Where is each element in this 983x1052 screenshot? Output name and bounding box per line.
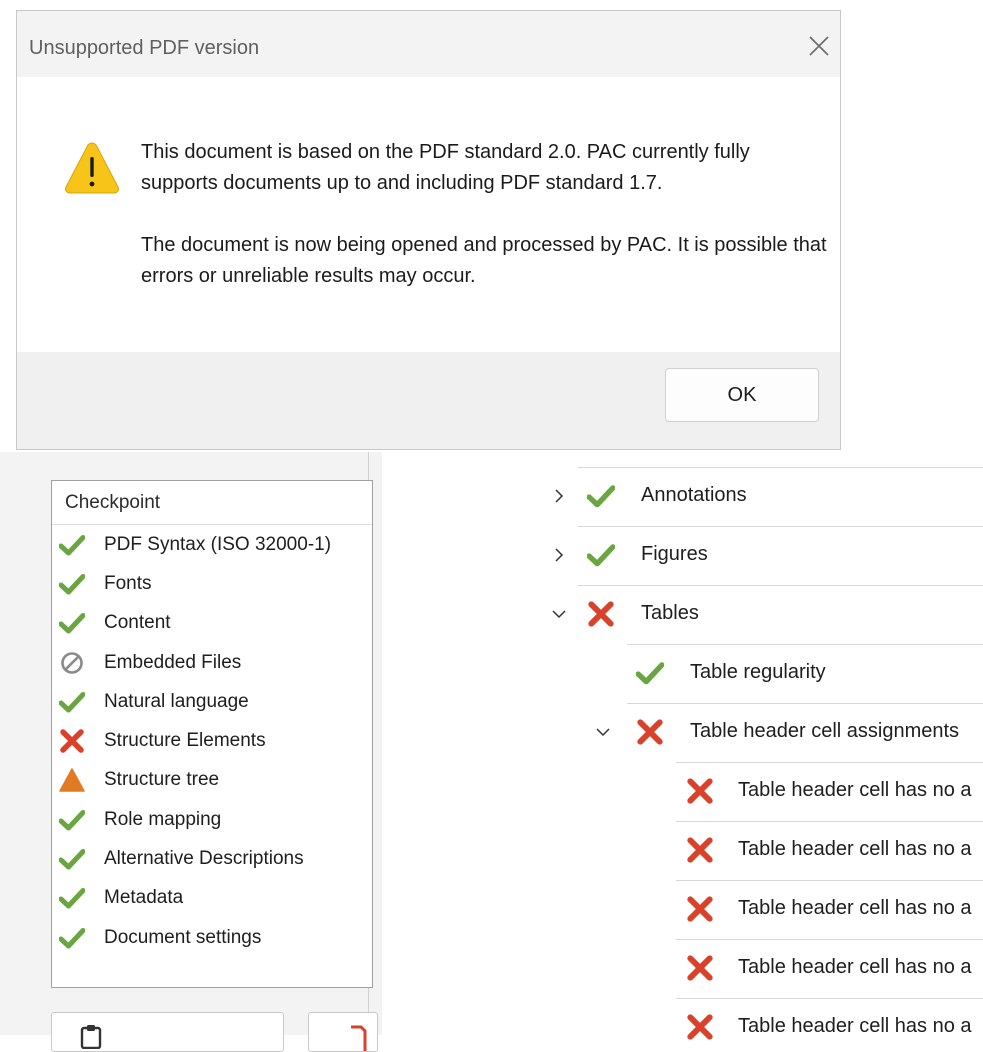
tree-row-label: Table header cell has no a xyxy=(738,838,972,860)
cross-icon xyxy=(686,954,714,982)
checkpoint-item[interactable]: Content xyxy=(52,604,372,643)
checkpoint-label: Embedded Files xyxy=(104,651,242,673)
dialog-footer: OK xyxy=(17,352,840,449)
check-icon xyxy=(58,807,86,833)
tree-row-label: Table header cell has no a xyxy=(738,779,972,801)
tree-row-separator xyxy=(676,821,983,822)
checkpoint-label: Role mapping xyxy=(104,808,222,830)
checkpoint-label: Alternative Descriptions xyxy=(104,848,304,870)
cross-icon xyxy=(686,895,714,923)
checkpoint-item[interactable]: Natural language xyxy=(52,682,372,721)
dialog-message-paragraph-2: The document is now being opened and pro… xyxy=(141,234,827,287)
dialog-title-bar: Unsupported PDF version xyxy=(17,11,840,77)
checkpoint-label: Metadata xyxy=(104,887,184,909)
warning-icon xyxy=(65,142,119,194)
checkpoint-item[interactable]: Structure tree xyxy=(52,761,372,800)
results-tree-panel xyxy=(383,452,983,1035)
check-icon xyxy=(586,541,616,569)
tree-row-separator xyxy=(627,703,983,704)
cross-icon xyxy=(686,1013,714,1041)
dialog-title: Unsupported PDF version xyxy=(29,37,260,59)
dialog-message-paragraph-1: This document is based on the PDF standa… xyxy=(141,141,750,194)
tree-row-label: Annotations xyxy=(641,484,747,506)
checkpoint-item[interactable]: PDF Syntax (ISO 32000-1) xyxy=(52,525,372,564)
check-icon xyxy=(58,925,86,951)
checkpoint-item[interactable]: Alternative Descriptions xyxy=(52,839,372,878)
checkpoint-label: PDF Syntax (ISO 32000-1) xyxy=(104,533,332,555)
check-icon xyxy=(58,689,86,715)
check-icon xyxy=(58,532,86,558)
tree-row-separator xyxy=(676,762,983,763)
document-icon xyxy=(351,1025,367,1051)
checkpoint-label: Fonts xyxy=(104,572,152,594)
checkpoint-list: Checkpoint PDF Syntax (ISO 32000-1) Fonts… xyxy=(51,480,373,988)
checkpoint-items: PDF Syntax (ISO 32000-1) Fonts Content Embe… xyxy=(52,525,372,957)
tree-row-label: Figures xyxy=(641,543,708,565)
checkpoint-item[interactable]: Document settings xyxy=(52,918,372,957)
export-button[interactable] xyxy=(308,1012,378,1052)
unsupported-version-dialog: Unsupported PDF version This document is… xyxy=(16,10,841,450)
cross-icon xyxy=(59,728,85,754)
check-icon xyxy=(58,610,86,636)
checkpoint-item[interactable]: Metadata xyxy=(52,879,372,918)
checkpoint-header: Checkpoint xyxy=(52,481,372,525)
check-icon xyxy=(58,846,86,872)
cross-icon xyxy=(587,600,615,628)
report-button[interactable] xyxy=(51,1012,284,1052)
chevron-down-icon[interactable] xyxy=(551,606,567,622)
tree-row-separator xyxy=(578,467,983,468)
warning-triangle-icon xyxy=(59,767,85,793)
checkpoint-label: Document settings xyxy=(104,926,262,948)
tree-row-separator xyxy=(578,526,983,527)
tree-row-separator xyxy=(676,939,983,940)
tree-row-separator xyxy=(676,998,983,999)
checkpoint-label: Content xyxy=(104,612,171,634)
tree-row-separator xyxy=(676,880,983,881)
close-icon[interactable] xyxy=(808,35,830,57)
checkpoint-label: Structure tree xyxy=(104,769,220,791)
tree-row-label: Tables xyxy=(641,602,699,624)
checkpoint-item[interactable]: Role mapping xyxy=(52,800,372,839)
tree-row-label: Table header cell assignments xyxy=(690,720,960,742)
checkpoint-label: Natural language xyxy=(104,690,249,712)
chevron-down-icon[interactable] xyxy=(595,724,611,740)
cross-icon xyxy=(636,718,664,746)
prohibited-icon xyxy=(59,650,85,676)
check-icon xyxy=(58,885,86,911)
check-icon xyxy=(635,659,665,687)
check-icon xyxy=(586,482,616,510)
dialog-message: This document is based on the PDF standa… xyxy=(141,137,831,292)
cross-icon xyxy=(686,777,714,805)
checkpoint-item[interactable]: Embedded Files xyxy=(52,643,372,682)
check-icon xyxy=(58,571,86,597)
tree-row-label: Table regularity xyxy=(690,661,826,683)
clipboard-icon xyxy=(80,1025,102,1049)
chevron-right-icon[interactable] xyxy=(551,488,567,504)
cross-icon xyxy=(686,836,714,864)
chevron-right-icon[interactable] xyxy=(551,547,567,563)
checkpoint-item[interactable]: Structure Elements xyxy=(52,721,372,760)
ok-button[interactable]: OK xyxy=(665,368,819,422)
tree-row-label: Table header cell has no a xyxy=(738,956,972,978)
tree-row-separator xyxy=(578,585,983,586)
dialog-body: This document is based on the PDF standa… xyxy=(17,77,840,352)
tree-row-label: Table header cell has no a xyxy=(738,897,972,919)
tree-row-separator xyxy=(627,644,983,645)
checkpoint-label: Structure Elements xyxy=(104,730,266,752)
checkpoint-item[interactable]: Fonts xyxy=(52,564,372,603)
